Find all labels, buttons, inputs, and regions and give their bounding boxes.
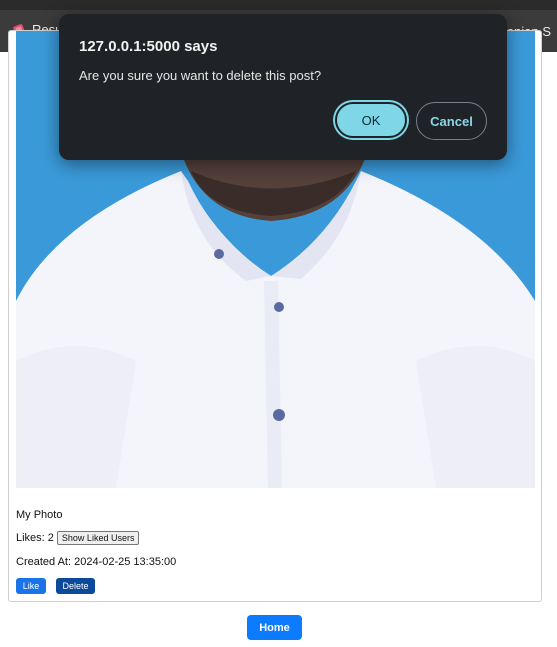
likes-count: Likes: 2: [16, 532, 54, 544]
dialog-cancel-button[interactable]: Cancel: [416, 102, 487, 140]
created-at: Created At: 2024-02-25 13:35:00: [16, 556, 177, 568]
show-liked-users-button[interactable]: Show Liked Users: [56, 531, 140, 545]
like-button[interactable]: Like: [16, 578, 46, 594]
dialog-title: 127.0.0.1:5000 says: [79, 38, 218, 55]
home-button[interactable]: Home: [247, 615, 302, 640]
confirm-dialog: 127.0.0.1:5000 says Are you sure you wan…: [59, 14, 507, 160]
dialog-ok-button[interactable]: OK: [335, 102, 407, 138]
browser-top-strip: [0, 0, 557, 10]
likes-row: Likes: 2 Show Liked Users: [16, 531, 140, 545]
post-caption: My Photo: [16, 509, 63, 521]
dialog-message: Are you sure you want to delete this pos…: [79, 68, 322, 83]
delete-button[interactable]: Delete: [56, 578, 95, 594]
